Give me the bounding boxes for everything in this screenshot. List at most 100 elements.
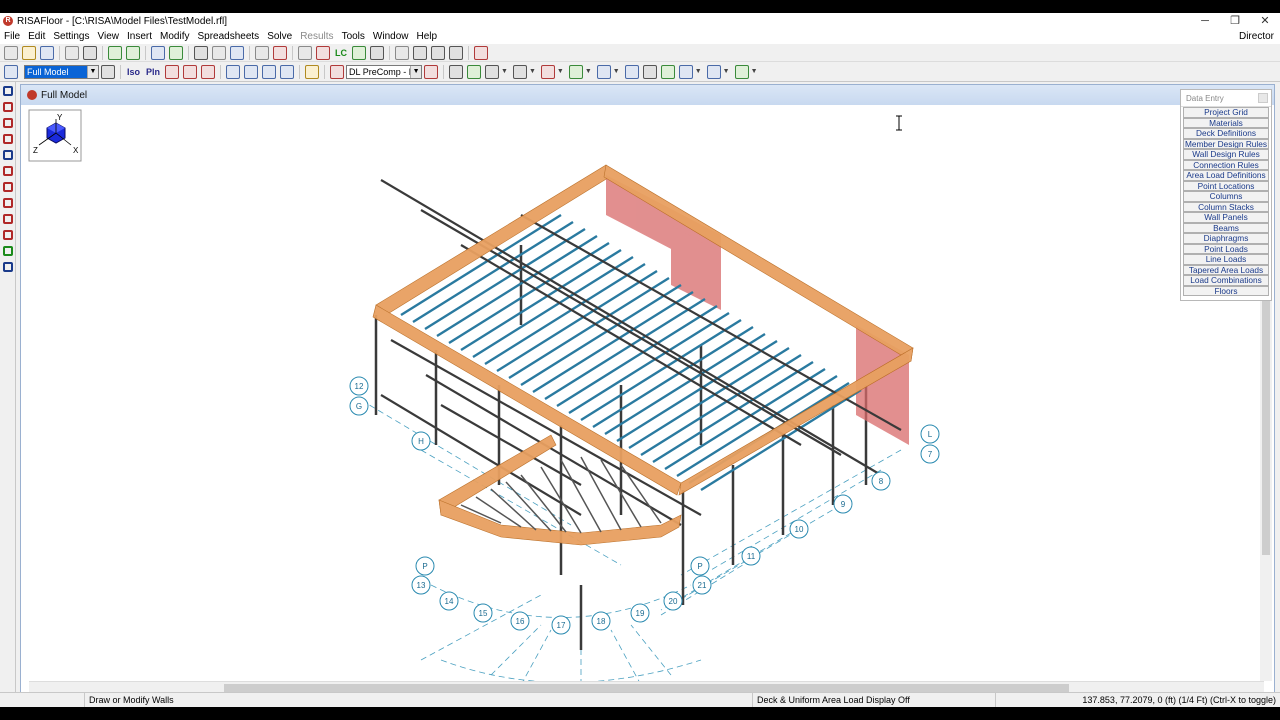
info-icon[interactable] <box>624 64 639 79</box>
menu-window[interactable]: Window <box>369 29 413 44</box>
load-case-icon[interactable] <box>330 64 345 79</box>
view-select[interactable]: Full Model ▼ <box>24 64 99 79</box>
draw-slab-icon[interactable] <box>3 102 13 112</box>
window-icon[interactable] <box>4 64 18 79</box>
beam-icon[interactable] <box>194 45 208 60</box>
chevron-down-icon[interactable]: ▼ <box>585 68 592 75</box>
redo-icon[interactable] <box>126 45 140 60</box>
menu-solve[interactable]: Solve <box>263 29 296 44</box>
menu-settings[interactable]: Settings <box>49 29 93 44</box>
rotate-z-icon[interactable] <box>201 64 216 79</box>
support-icon[interactable] <box>467 64 482 79</box>
zoom-in-icon[interactable] <box>226 64 241 79</box>
draw-load-icon[interactable] <box>3 214 13 224</box>
print-icon[interactable] <box>83 45 97 60</box>
model-view-titlebar[interactable]: Full Model <box>21 85 1274 105</box>
draw-grid-icon[interactable] <box>3 86 13 96</box>
menu-tools[interactable]: Tools <box>338 29 369 44</box>
calculator-icon[interactable] <box>431 45 445 60</box>
list-icon[interactable] <box>449 45 463 60</box>
render-icon[interactable] <box>678 64 693 79</box>
grid-icon[interactable] <box>212 45 226 60</box>
columns-icon[interactable] <box>706 64 721 79</box>
data-entry-floors[interactable]: Floors <box>1183 285 1269 296</box>
close-icon[interactable] <box>1258 93 1268 103</box>
plan-view-button[interactable]: Pln <box>146 67 160 77</box>
menu-edit[interactable]: Edit <box>24 29 49 44</box>
data-entry-point-loads[interactable]: Point Loads <box>1183 243 1269 254</box>
globe-icon[interactable] <box>151 45 165 60</box>
draw-column-icon[interactable] <box>3 246 13 256</box>
deck-icon[interactable] <box>230 45 244 60</box>
data-entry-materials[interactable]: Materials <box>1183 117 1269 128</box>
draw-opening-icon[interactable] <box>3 182 13 192</box>
data-entry-connection-rules[interactable]: Connection Rules <box>1183 159 1269 170</box>
results-display-icon[interactable] <box>568 64 583 79</box>
copy-icon[interactable] <box>65 45 79 60</box>
node-icon[interactable] <box>512 64 527 79</box>
menu-file[interactable]: File <box>0 29 24 44</box>
iso-view-button[interactable]: Iso <box>127 67 140 77</box>
bars-icon[interactable] <box>370 45 384 60</box>
data-entry-point-locations[interactable]: Point Locations <box>1183 180 1269 191</box>
save-icon[interactable] <box>40 45 54 60</box>
zoom-out-icon[interactable] <box>244 64 259 79</box>
stack-icon[interactable] <box>449 64 464 79</box>
chevron-down-icon[interactable]: ▼ <box>613 68 620 75</box>
report-icon[interactable] <box>413 45 427 60</box>
model-canvas[interactable]: Y X Z 12 G H P 13 14 15 16 17 18 19 20 2… <box>21 105 1274 681</box>
data-entry-header[interactable]: Data Entry <box>1181 90 1271 107</box>
open-file-icon[interactable] <box>22 45 36 60</box>
bar-chart-icon[interactable] <box>169 45 183 60</box>
data-entry-wall-panels[interactable]: Wall Panels <box>1183 212 1269 223</box>
lock-icon[interactable] <box>3 262 13 272</box>
color-display-icon[interactable] <box>596 64 611 79</box>
menu-view[interactable]: View <box>94 29 124 44</box>
horizontal-scroll-thumb[interactable] <box>224 684 1069 692</box>
load-case-select[interactable]: DL PreComp - Pr ▼ <box>346 64 423 79</box>
zoom-box-icon[interactable] <box>262 64 277 79</box>
draw-area-icon[interactable] <box>3 166 13 176</box>
menu-results[interactable]: Results <box>296 29 337 44</box>
data-entry-wall-design-rules[interactable]: Wall Design Rules <box>1183 149 1269 160</box>
data-entry-column-stacks[interactable]: Column Stacks <box>1183 201 1269 212</box>
draw-point-load-icon[interactable] <box>3 230 13 240</box>
draw-beam-icon[interactable] <box>3 134 13 144</box>
chevron-down-icon[interactable]: ▼ <box>723 68 730 75</box>
member-label-icon[interactable] <box>485 64 500 79</box>
draw-deck-icon[interactable] <box>3 118 13 128</box>
data-entry-columns[interactable]: Columns <box>1183 191 1269 202</box>
chevron-down-icon[interactable]: ▼ <box>751 68 758 75</box>
data-entry-load-combinations[interactable]: Load Combinations <box>1183 275 1269 286</box>
connection-icon[interactable] <box>474 45 488 60</box>
minimize-button[interactable]: ─ <box>1190 13 1220 29</box>
chevron-down-icon[interactable]: ▼ <box>557 68 564 75</box>
zoom-fit-icon[interactable] <box>280 64 295 79</box>
chevron-down-icon[interactable]: ▼ <box>529 68 536 75</box>
load-display-icon[interactable] <box>424 64 439 79</box>
director-label[interactable]: Director <box>1239 29 1274 44</box>
load-icon[interactable] <box>316 45 330 60</box>
data-entry-deck-definitions[interactable]: Deck Definitions <box>1183 128 1269 139</box>
menu-modify[interactable]: Modify <box>156 29 193 44</box>
deck-display-icon[interactable] <box>540 64 555 79</box>
camera-icon[interactable] <box>101 64 115 79</box>
data-entry-line-loads[interactable]: Line Loads <box>1183 254 1269 265</box>
delete-member-icon[interactable] <box>273 45 287 60</box>
data-entry-area-load-definitions[interactable]: Area Load Definitions <box>1183 170 1269 181</box>
load-combination-button[interactable]: LC <box>335 48 347 58</box>
menu-spreadsheets[interactable]: Spreadsheets <box>193 29 263 44</box>
data-entry-member-design-rules[interactable]: Member Design Rules <box>1183 138 1269 149</box>
menu-insert[interactable]: Insert <box>123 29 156 44</box>
maximize-button[interactable]: ❐ <box>1220 13 1250 29</box>
data-entry-tapered-area-loads[interactable]: Tapered Area Loads <box>1183 264 1269 275</box>
menu-help[interactable]: Help <box>413 29 442 44</box>
rotate-x-icon[interactable] <box>165 64 180 79</box>
column-icon[interactable] <box>255 45 269 60</box>
rotate-y-icon[interactable] <box>183 64 198 79</box>
data-entry-beams[interactable]: Beams <box>1183 222 1269 233</box>
draw-line-icon[interactable] <box>3 198 13 208</box>
edit-icon[interactable] <box>305 64 320 79</box>
picture-icon[interactable] <box>660 64 675 79</box>
chevron-down-icon[interactable]: ▼ <box>501 68 508 75</box>
